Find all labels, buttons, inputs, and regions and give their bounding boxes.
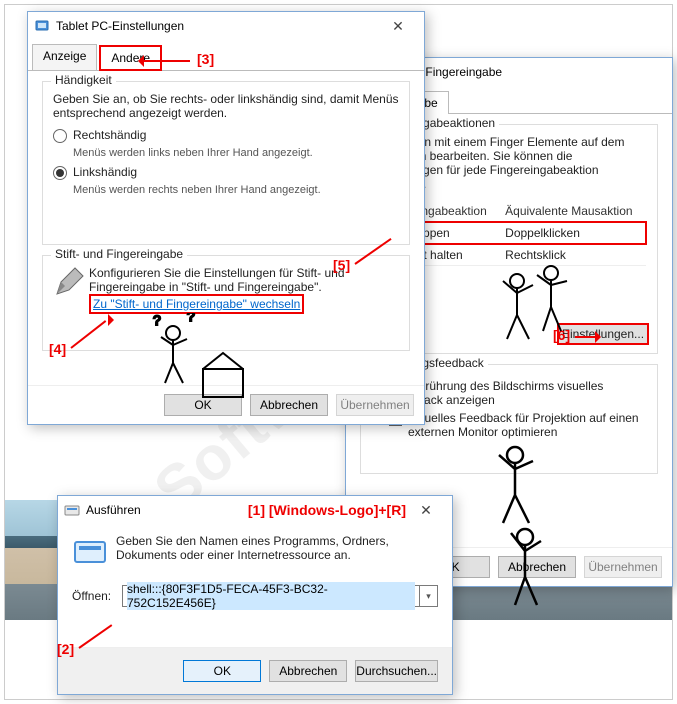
arrow-icon — [140, 60, 190, 62]
run-large-icon — [72, 534, 116, 573]
group-legend-pen: Stift- und Fingereingabe — [51, 247, 187, 261]
window-run: Ausführen [1] [Windows-Logo]+[R] ✕ Geben… — [57, 495, 453, 695]
dropdown-icon[interactable]: ▾ — [420, 585, 438, 607]
col-mouse: Äquivalente Mausaktion — [499, 201, 646, 222]
tab-display[interactable]: Anzeige — [32, 44, 97, 70]
radio-left-handed[interactable]: Linkshändig — [53, 165, 399, 180]
run-icon — [64, 502, 80, 518]
cancel-button[interactable]: Abbrechen — [498, 556, 576, 578]
pen-desc: Konfigurieren Sie die Einstellungen für … — [89, 266, 399, 294]
settings-button[interactable]: Einstellungen... — [557, 323, 649, 345]
arrow-icon — [575, 336, 599, 338]
cb-label: Visuelles Feedback für Projektion auf ei… — [408, 411, 647, 439]
annotation-6: [6] — [553, 327, 570, 343]
annotation-1: [1] [Windows-Logo]+[R] — [248, 502, 406, 518]
titlebar[interactable]: Tablet PC-Einstellungen ✕ — [28, 12, 424, 40]
ok-button[interactable]: OK — [164, 394, 242, 416]
close-icon[interactable]: ✕ — [406, 497, 446, 523]
cb-label: Bei Berührung des Bildschirms visuelles … — [390, 379, 647, 407]
radio-desc: Menüs werden links neben Ihrer Hand ange… — [73, 147, 399, 159]
radio-label: Rechtshändig — [73, 128, 399, 142]
titlebar[interactable]: Ausführen [1] [Windows-Logo]+[R] ✕ — [58, 496, 452, 524]
open-input[interactable]: shell:::{80F3F1D5-FECA-45F3-BC32-752C152… — [122, 585, 420, 607]
ok-button[interactable]: OK — [183, 660, 261, 682]
close-icon[interactable]: ✕ — [378, 13, 418, 39]
apply-button[interactable]: Übernehmen — [584, 556, 662, 578]
cancel-button[interactable]: Abbrechen — [269, 660, 347, 682]
arrow-head-icon — [111, 319, 112, 321]
radio-icon — [53, 166, 67, 180]
cancel-button[interactable]: Abbrechen — [250, 394, 328, 416]
radio-label: Linkshändig — [73, 165, 399, 179]
annotation-5: [5] — [333, 257, 350, 273]
tab-other[interactable]: Andere — [99, 45, 162, 71]
radio-icon — [53, 129, 67, 143]
window-title: Ausführen — [86, 503, 234, 517]
annotation-2: [2] — [57, 641, 74, 657]
run-desc: Geben Sie den Namen eines Programms, Ord… — [116, 534, 438, 573]
group-legend-hand: Händigkeit — [51, 73, 116, 87]
hand-intro: Geben Sie an, ob Sie rechts- oder linksh… — [53, 92, 399, 120]
tabstrip: Anzeige Andere — [28, 40, 424, 71]
annotation-4: [4] — [49, 341, 66, 357]
input-value: shell:::{80F3F1D5-FECA-45F3-BC32-752C152… — [127, 582, 415, 610]
window-tablet-settings: Tablet PC-Einstellungen ✕ Anzeige Andere… — [27, 11, 425, 425]
pen-link[interactable]: Zu "Stift- und Fingereingabe" wechseln — [89, 294, 304, 314]
browse-button[interactable]: Durchsuchen... — [355, 660, 438, 682]
apply-button[interactable]: Übernehmen — [336, 394, 414, 416]
open-label: Öffnen: — [72, 589, 122, 603]
radio-desc: Menüs werden rechts neben Ihrer Hand ang… — [73, 184, 399, 196]
radio-right-handed[interactable]: Rechtshändig — [53, 128, 399, 143]
annotation-3: [3] — [197, 51, 214, 67]
tablet-icon — [34, 18, 50, 34]
window-title: Tablet PC-Einstellungen — [56, 19, 378, 33]
pen-large-icon — [53, 266, 89, 301]
